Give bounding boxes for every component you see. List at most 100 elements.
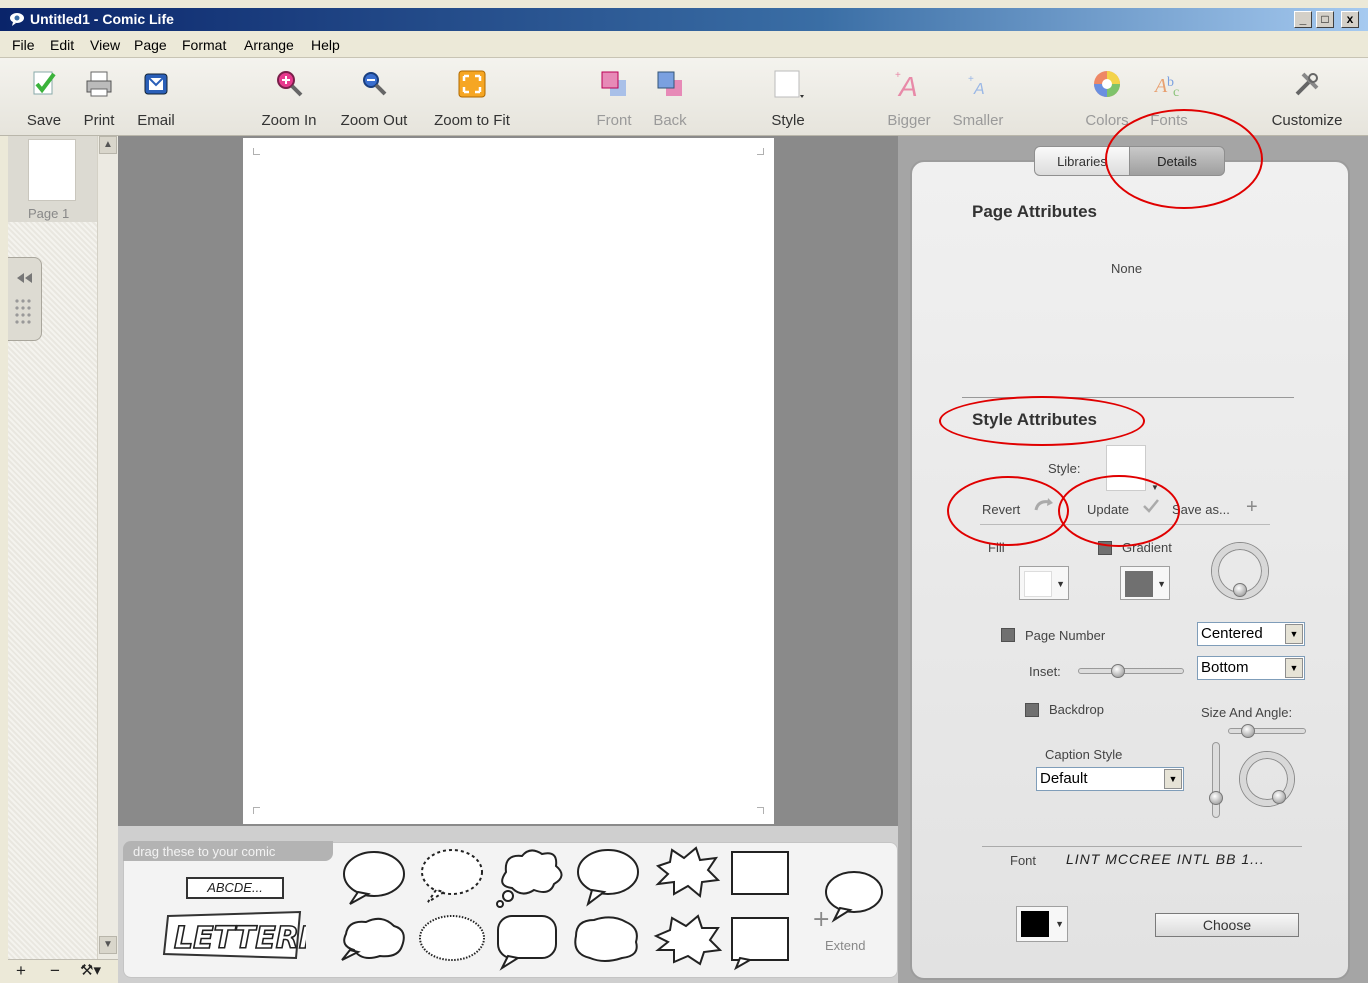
explosion-burst[interactable] (653, 914, 723, 966)
zoom-out-button[interactable]: Zoom Out (334, 58, 414, 134)
page-attributes-value: None (1111, 261, 1143, 276)
scroll-up-arrow[interactable]: ▲ (99, 136, 117, 154)
title-bar: Untitled1 - Comic Life _ □ x (0, 8, 1368, 31)
color-wheel-icon (1094, 71, 1120, 97)
annotation-circle-style-attributes (939, 396, 1145, 446)
menu-view[interactable]: View (90, 37, 120, 53)
lettering-logo[interactable]: LETTERING (160, 908, 306, 962)
chevron-down-icon[interactable]: ▼ (1285, 658, 1303, 678)
page-number-checkbox[interactable] (1001, 628, 1015, 642)
tray-tab: drag these to your comic (123, 841, 333, 861)
send-to-back-icon (657, 71, 682, 96)
remove-page-button[interactable]: − (50, 961, 60, 981)
font-label: Font (1010, 853, 1037, 868)
caption-box-tail[interactable] (731, 917, 789, 971)
scream-balloon[interactable] (574, 916, 638, 962)
bigger-button[interactable]: A + Bigger (882, 58, 936, 134)
page-number-position-select[interactable]: Centered ▼ (1197, 622, 1305, 646)
minimize-button[interactable]: _ (1294, 11, 1312, 28)
whisper-balloon[interactable] (421, 849, 483, 903)
page-strip-bottom-bar: + − ⚒▾ (8, 959, 120, 983)
smaller-text-icon: A+ (968, 74, 985, 98)
printer-icon (86, 71, 112, 97)
thought-balloon[interactable] (496, 849, 563, 908)
inset-slider-knob[interactable] (1111, 664, 1125, 678)
zoom-to-fit-icon (458, 70, 486, 98)
choose-font-button[interactable]: Choose (1155, 913, 1299, 937)
save-button[interactable]: Save (18, 58, 70, 134)
menu-bar: File Edit View Page Format Arrange Help (0, 32, 1368, 58)
caption-style-select[interactable]: Default ▼ (1036, 767, 1184, 791)
font-color-swatch[interactable]: ▼ (1016, 906, 1068, 942)
shout-burst[interactable] (655, 846, 721, 898)
vertical-size-slider[interactable] (1212, 742, 1220, 818)
font-divider (982, 846, 1302, 847)
gradient-angle-knob[interactable] (1233, 583, 1247, 597)
caption-style-label: Caption Style (1045, 747, 1123, 762)
close-button[interactable]: x (1341, 11, 1359, 28)
comic-page-canvas[interactable] (243, 138, 774, 824)
crop-mark (757, 148, 764, 155)
smaller-button[interactable]: A + Smaller (946, 58, 1010, 134)
bring-to-front-icon (601, 71, 626, 96)
bigger-text-icon: A+ (895, 70, 918, 100)
menu-format[interactable]: Format (182, 37, 226, 53)
print-button[interactable]: Print (76, 58, 122, 134)
zoom-to-fit-button[interactable]: Zoom to Fit (426, 58, 518, 134)
gradient-color-swatch[interactable]: ▼ (1120, 566, 1170, 600)
extend-label: Extend (825, 938, 866, 953)
size-slider-knob[interactable] (1241, 724, 1255, 738)
backdrop-checkbox[interactable] (1025, 703, 1039, 717)
back-button[interactable]: Back (646, 58, 694, 134)
size-slider[interactable] (1228, 728, 1306, 734)
svg-text:A: A (1153, 75, 1168, 97)
svg-text:+: + (968, 74, 974, 85)
box-balloon[interactable] (497, 915, 557, 971)
menu-arrange[interactable]: Arrange (244, 37, 294, 53)
menu-help[interactable]: Help (311, 37, 340, 53)
save-as-button[interactable]: Save as... (1172, 502, 1230, 517)
size-and-angle-label: Size And Angle: (1201, 705, 1293, 720)
svg-text:+: + (895, 70, 901, 81)
zoom-in-button[interactable]: Zoom In (254, 58, 324, 134)
menu-file[interactable]: File (12, 37, 35, 53)
crop-mark (253, 148, 260, 155)
inset-slider[interactable] (1078, 668, 1184, 674)
zoom-out-icon (363, 72, 387, 96)
plus-icon[interactable]: + (1246, 496, 1258, 519)
page-attributes-heading: Page Attributes (972, 202, 1098, 221)
page-label: Page 1 (28, 206, 70, 221)
speech-balloon[interactable] (343, 851, 405, 905)
extend-balloon-icon: + (812, 871, 883, 932)
chevron-down-icon[interactable]: ▼ (1285, 624, 1303, 644)
page-number-label: Page Number (1025, 628, 1106, 643)
front-button[interactable]: Front (590, 58, 638, 134)
zoom-in-icon (277, 71, 303, 97)
scalloped-balloon[interactable] (419, 915, 485, 961)
style-button[interactable]: Style (762, 58, 814, 134)
drawer-handle[interactable] (8, 257, 42, 341)
menu-page[interactable]: Page (134, 37, 167, 53)
page-number-vertical-select[interactable]: Bottom ▼ (1197, 656, 1305, 680)
colors-button[interactable]: Colors (1080, 58, 1134, 134)
backdrop-label: Backdrop (1049, 702, 1104, 717)
page-tools-menu[interactable]: ⚒▾ (80, 961, 101, 979)
menu-edit[interactable]: Edit (50, 37, 74, 53)
email-button[interactable]: Email (130, 58, 182, 134)
lettering-text-box[interactable]: ABCDE... (186, 877, 284, 899)
extend-button[interactable]: + Extend (812, 866, 892, 956)
add-page-button[interactable]: + (16, 961, 26, 981)
window-title: Untitled1 - Comic Life (30, 11, 174, 27)
vertical-size-knob[interactable] (1209, 791, 1223, 805)
rounded-balloon[interactable] (577, 849, 639, 907)
caption-box[interactable] (731, 851, 789, 895)
angle-dial-knob[interactable] (1272, 790, 1286, 804)
maximize-button[interactable]: □ (1316, 11, 1334, 28)
customize-button[interactable]: Customize (1264, 58, 1350, 134)
scroll-down-arrow[interactable]: ▼ (99, 936, 117, 954)
chevron-down-icon[interactable]: ▼ (1164, 769, 1182, 789)
page-strip-scrollbar[interactable]: ▲ ▼ (97, 136, 118, 959)
page-thumbnail[interactable] (28, 139, 76, 201)
fill-color-swatch[interactable]: ▼ (1019, 566, 1069, 600)
cloud-balloon[interactable] (341, 917, 405, 961)
